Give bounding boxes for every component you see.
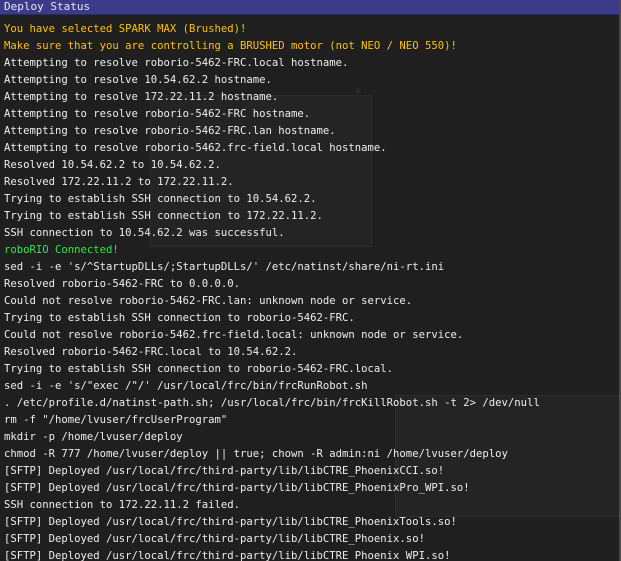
log-line: Resolved 10.54.62.2 to 10.54.62.2. <box>4 159 221 171</box>
log-line: Attempting to resolve roborio-5462-FRC.l… <box>4 57 349 69</box>
log-line: rm -f "/home/lvuser/frcUserProgram" <box>4 414 228 426</box>
log-line: [SFTP] Deployed /usr/local/frc/third-par… <box>4 516 457 528</box>
log-line: Resolved 172.22.11.2 to 172.22.11.2. <box>4 176 234 188</box>
log-line: SSH connection to 172.22.11.2 failed. <box>4 499 240 511</box>
deploy-status-window: ✕ Deploy Status You have selected SPARK … <box>0 0 621 561</box>
log-line: Attempting to resolve 10.54.62.2 hostnam… <box>4 74 272 86</box>
log-line: Resolved roborio-5462-FRC to 0.0.0.0. <box>4 278 240 290</box>
log-line: Attempting to resolve 172.22.11.2 hostna… <box>4 91 279 103</box>
log-line: SSH connection to 10.54.62.2 was success… <box>4 227 285 239</box>
log-line: mkdir -p /home/lvuser/deploy <box>4 431 183 443</box>
log-line: Attempting to resolve roborio-5462-FRC.l… <box>4 125 336 137</box>
log-line: sed -i -e 's/"exec /"/' /usr/local/frc/b… <box>4 380 368 392</box>
window-title: Deploy Status <box>4 0 91 13</box>
log-line: [SFTP] Deployed /usr/local/frc/third-par… <box>4 550 451 561</box>
log-line: [SFTP] Deployed /usr/local/frc/third-par… <box>4 482 470 494</box>
log-line: Could not resolve roborio-5462.frc-field… <box>4 329 464 341</box>
log-line: . /etc/profile.d/natinst-path.sh; /usr/l… <box>4 397 540 409</box>
warning-line: Make sure that you are controlling a BRU… <box>4 40 457 52</box>
warning-line: You have selected SPARK MAX (Brushed)! <box>4 23 247 35</box>
log-line: Could not resolve roborio-5462-FRC.lan: … <box>4 295 413 307</box>
log-line: sed -i -e 's/^StartupDLLs/;StartupDLLs/'… <box>4 261 445 273</box>
log-line: [SFTP] Deployed /usr/local/frc/third-par… <box>4 533 425 545</box>
log-line: Trying to establish SSH connection to ro… <box>4 312 355 324</box>
success-line: roboRIO Connected! <box>4 244 119 256</box>
log-line: chmod -R 777 /home/lvuser/deploy || true… <box>4 448 508 460</box>
log-line: Attempting to resolve roborio-5462.frc-f… <box>4 142 387 154</box>
log-line: Trying to establish SSH connection to 17… <box>4 210 323 222</box>
deploy-log: You have selected SPARK MAX (Brushed)! Ma… <box>4 21 617 561</box>
log-line: [SFTP] Deployed /usr/local/frc/third-par… <box>4 465 445 477</box>
log-line: Resolved roborio-5462-FRC.local to 10.54… <box>4 346 298 358</box>
log-line: Attempting to resolve roborio-5462-FRC h… <box>4 108 311 120</box>
log-line: Trying to establish SSH connection to 10… <box>4 193 317 205</box>
log-line: Trying to establish SSH connection to ro… <box>4 363 394 375</box>
title-bar[interactable]: Deploy Status <box>0 0 621 15</box>
